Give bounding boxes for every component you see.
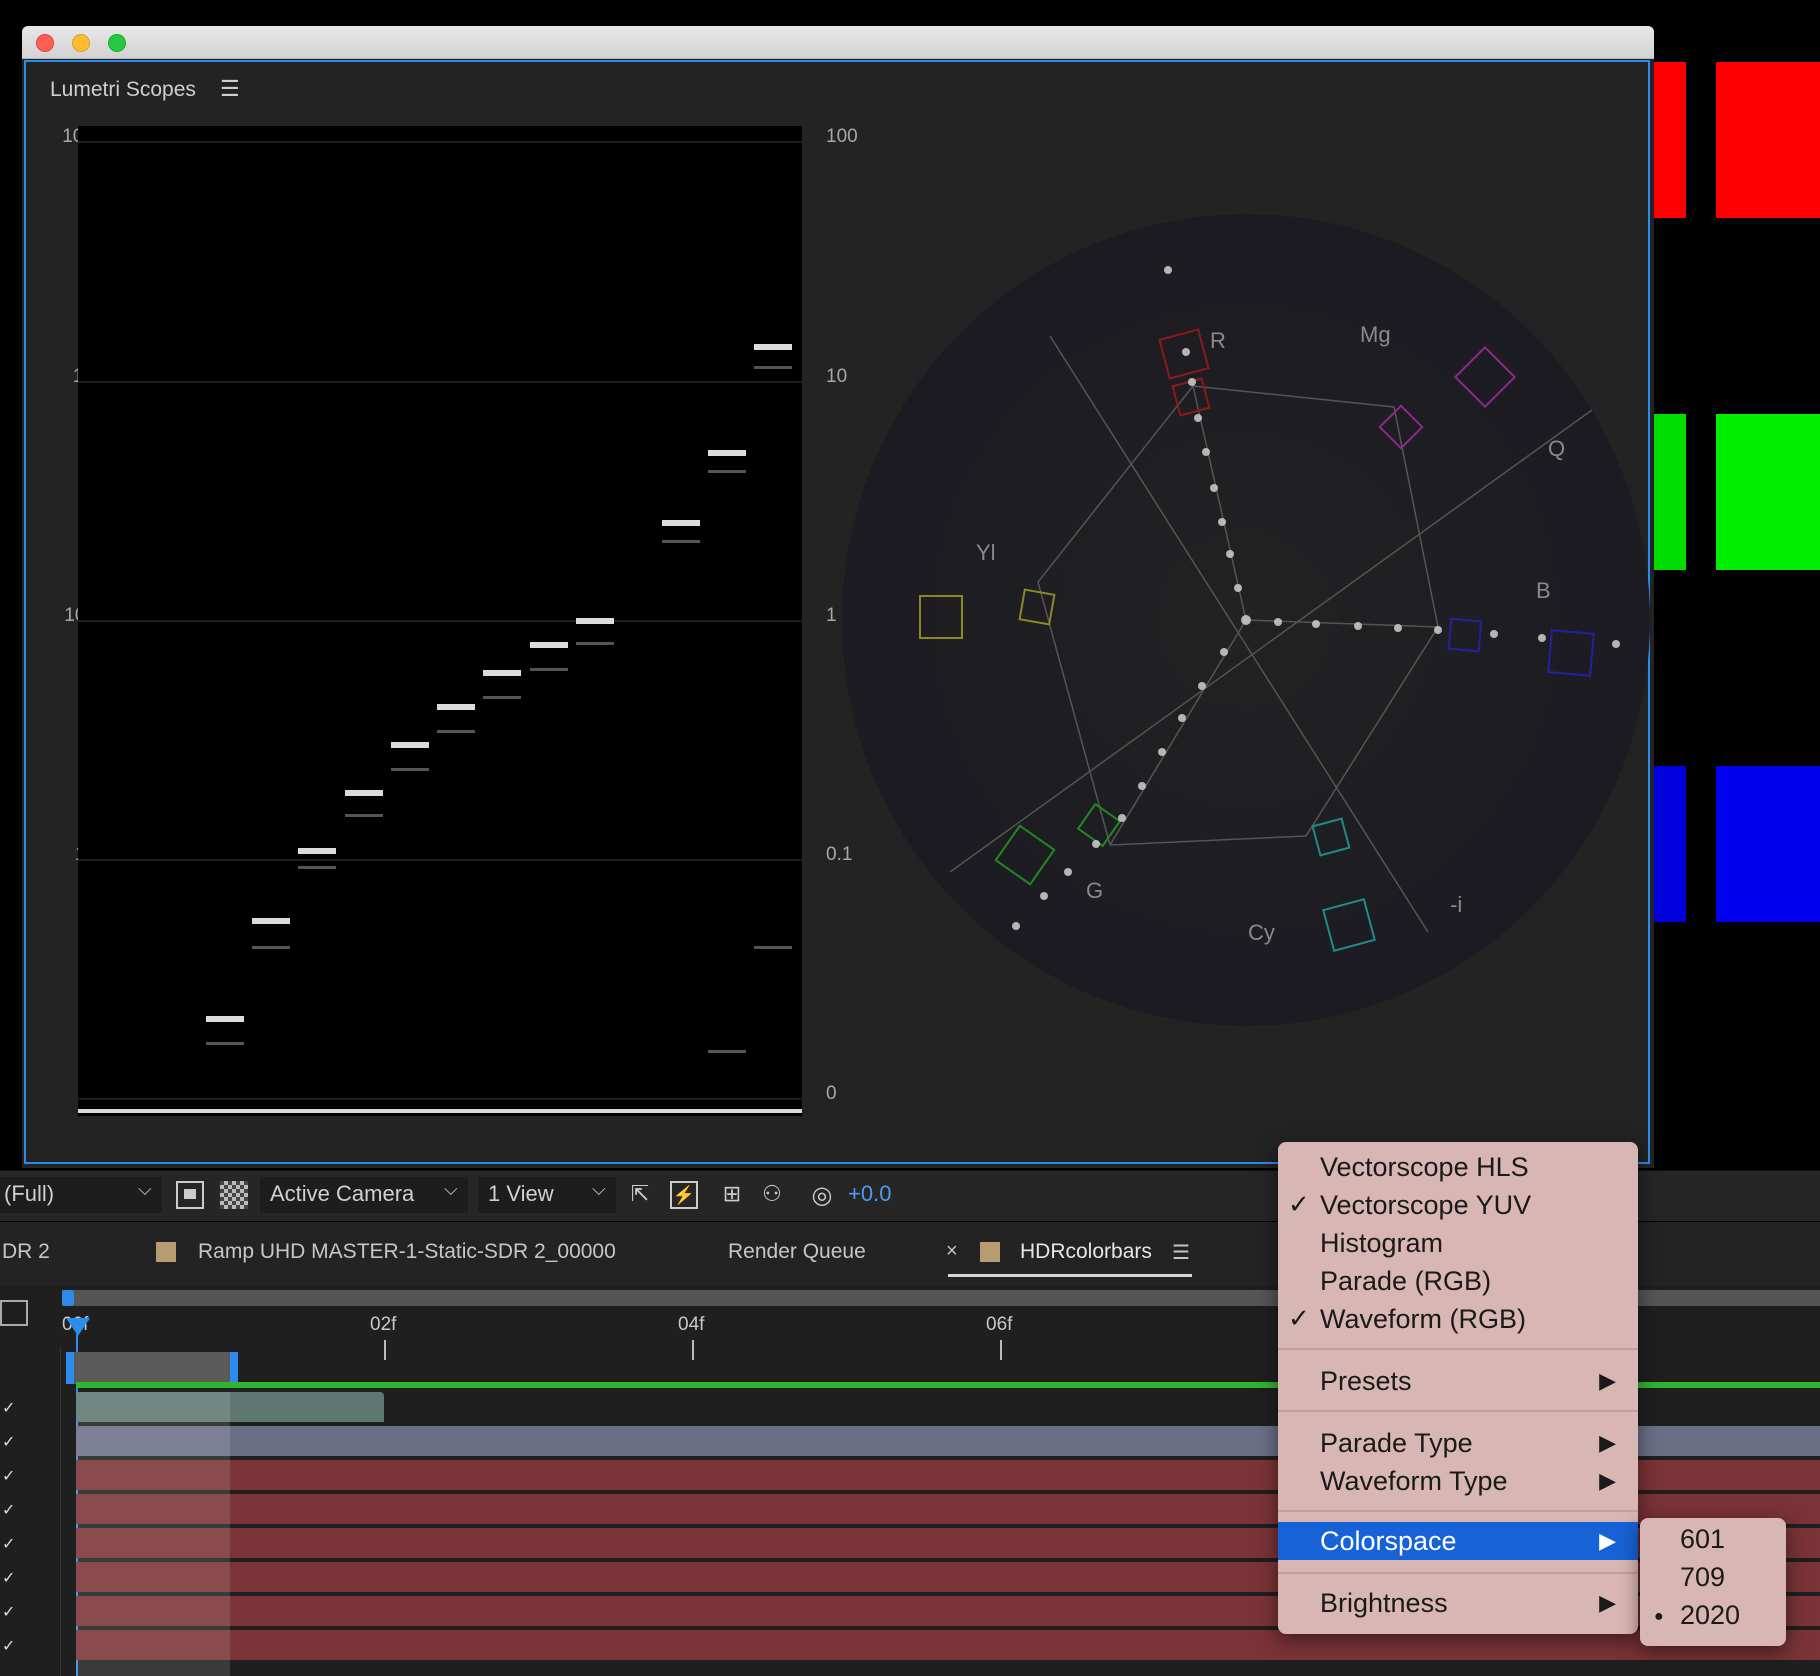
menu-separator <box>1278 1572 1638 1574</box>
menu-item-vectorscope-hls[interactable]: Vectorscope HLS <box>1278 1148 1638 1186</box>
menu-item-waveform-rgb[interactable]: ✓ Waveform (RGB) <box>1278 1300 1638 1338</box>
vectorscope-display <box>842 214 1650 1026</box>
menu-separator <box>1278 1348 1638 1350</box>
resolution-value: (Full) <box>4 1181 55 1206</box>
vectorscope-label-g: G <box>1086 878 1104 903</box>
menu-item-brightness[interactable]: Brightness ▶ <box>1278 1584 1638 1622</box>
submenu-arrow-icon: ▶ <box>1599 1368 1616 1393</box>
vectorscope-label-mg: Mg <box>1360 322 1391 347</box>
tab-hdrcolorbars[interactable]: HDRcolorbars <box>1020 1240 1152 1264</box>
transparency-grid-icon[interactable] <box>220 1181 248 1209</box>
time-ruler-tick <box>692 1340 694 1360</box>
close-icon[interactable]: × <box>946 1240 958 1263</box>
submenu-arrow-icon: ▶ <box>1599 1528 1616 1553</box>
maximize-window-button[interactable] <box>108 34 126 52</box>
layer-visibility-check[interactable]: ✓ <box>2 1432 15 1452</box>
active-tab-underline <box>948 1274 1192 1277</box>
waveform-display <box>78 126 802 1116</box>
menu-separator <box>1278 1510 1638 1512</box>
chevron-down-icon: ⌵ <box>138 1179 152 1199</box>
comp-color-swatch <box>980 1242 1000 1262</box>
close-window-button[interactable] <box>36 34 54 52</box>
right-scale-label: 100 <box>826 126 858 147</box>
layer-visibility-check[interactable]: ✓ <box>2 1534 15 1554</box>
vectorscope-label-yl: Yl <box>976 540 996 565</box>
hamburger-icon[interactable]: ☰ <box>220 76 240 102</box>
vectorscope-label-r: R <box>1210 328 1226 353</box>
menu-item-parade-type[interactable]: Parade Type ▶ <box>1278 1424 1638 1462</box>
menu-separator <box>1278 1410 1638 1412</box>
views-dropdown[interactable]: 1 View ⌵ <box>478 1177 616 1213</box>
time-ruler-tick <box>384 1340 386 1360</box>
tab-ramp-comp[interactable]: Ramp UHD MASTER-1-Static-SDR 2_00000 <box>198 1240 616 1264</box>
tab-render-queue[interactable]: Render Queue <box>728 1240 866 1264</box>
vectorscope-label-i: -i <box>1450 892 1463 917</box>
tab-partial[interactable]: DR 2 <box>2 1240 50 1264</box>
render-range-bar[interactable] <box>66 1352 238 1384</box>
reset-exposure-icon[interactable]: ◎ <box>808 1181 836 1209</box>
submenu-arrow-icon: ▶ <box>1599 1468 1616 1493</box>
red-swatch-b <box>1716 62 1820 218</box>
work-area-highlight <box>76 1392 230 1676</box>
comp-marker-icon[interactable] <box>0 1300 28 1326</box>
radio-dot-icon: ● <box>1654 1608 1664 1625</box>
layer-bar-red[interactable] <box>76 1630 1820 1660</box>
panel-title: Lumetri Scopes <box>50 78 196 101</box>
flowchart-icon[interactable]: ⚇ <box>758 1181 786 1209</box>
layer-visibility-check[interactable]: ✓ <box>2 1636 15 1656</box>
layer-visibility-check[interactable]: ✓ <box>2 1602 15 1622</box>
scopes-window: Lumetri Scopes ☰ 10K 1K 100 10 0 100 10 … <box>22 26 1654 1168</box>
menu-item-waveform-type[interactable]: Waveform Type ▶ <box>1278 1462 1638 1500</box>
vectorscope-label-b: B <box>1536 578 1551 603</box>
time-ruler-label: 04f <box>678 1314 705 1335</box>
time-ruler-tick <box>1000 1340 1002 1360</box>
waveform-baseline <box>78 1109 802 1113</box>
checkmark-icon: ✓ <box>1288 1303 1310 1333</box>
time-ruler-label: 02f <box>370 1314 397 1335</box>
toggle-pixel-aspect-icon[interactable]: ⇱ <box>626 1181 654 1209</box>
time-ruler-label: 06f <box>986 1314 1013 1335</box>
chevron-down-icon: ⌵ <box>592 1179 606 1199</box>
checkmark-icon: ✓ <box>1288 1189 1310 1219</box>
right-scale-label: 1 <box>826 605 837 626</box>
views-value: 1 View <box>488 1181 554 1206</box>
window-titlebar <box>22 26 1654 59</box>
comp-color-swatch <box>156 1242 176 1262</box>
menu-item-vectorscope-yuv[interactable]: ✓ Vectorscope YUV <box>1278 1186 1638 1224</box>
submenu-arrow-icon: ▶ <box>1599 1590 1616 1615</box>
fast-previews-icon[interactable]: ⚡ <box>670 1181 698 1209</box>
menu-item-presets[interactable]: Presets ▶ <box>1278 1362 1638 1400</box>
work-area-start-handle[interactable] <box>62 1290 74 1306</box>
menu-item-parade-rgb[interactable]: Parade (RGB) <box>1278 1262 1638 1300</box>
chevron-down-icon: ⌵ <box>444 1179 458 1199</box>
playhead-icon[interactable] <box>66 1318 90 1336</box>
right-scale-label: 0 <box>826 1083 837 1104</box>
layer-visibility-check[interactable]: ✓ <box>2 1568 15 1588</box>
layer-visibility-check[interactable]: ✓ <box>2 1398 15 1418</box>
green-swatch-b <box>1716 414 1820 570</box>
camera-value: Active Camera <box>270 1181 415 1206</box>
red-swatch-a <box>1652 62 1686 218</box>
scope-context-menu: Vectorscope HLS ✓ Vectorscope YUV Histog… <box>1278 1142 1638 1634</box>
hamburger-icon[interactable]: ☰ <box>1172 1240 1190 1265</box>
region-of-interest-icon[interactable] <box>176 1181 204 1209</box>
submenu-arrow-icon: ▶ <box>1599 1430 1616 1455</box>
menu-item-histogram[interactable]: Histogram <box>1278 1224 1638 1262</box>
timeline-icon[interactable]: ⊞ <box>718 1181 746 1209</box>
blue-swatch-a <box>1652 766 1686 922</box>
layer-visibility-check[interactable]: ✓ <box>2 1466 15 1486</box>
vectorscope-label-cy: Cy <box>1248 920 1275 945</box>
resolution-dropdown[interactable]: (Full) ⌵ <box>0 1177 162 1213</box>
menu-item-colorspace[interactable]: Colorspace ▶ <box>1278 1522 1638 1560</box>
blue-swatch-b <box>1716 766 1820 922</box>
green-swatch-a <box>1652 414 1686 570</box>
layer-column-divider <box>60 1346 61 1676</box>
layer-visibility-check[interactable]: ✓ <box>2 1500 15 1520</box>
lumetri-scopes-panel: Lumetri Scopes ☰ 10K 1K 100 10 0 100 10 … <box>24 60 1650 1164</box>
vectorscope-label-q: Q <box>1548 436 1566 461</box>
colorspace-submenu: 601 709 ● 2020 <box>1640 1518 1786 1646</box>
camera-dropdown[interactable]: Active Camera ⌵ <box>260 1177 468 1213</box>
exposure-value[interactable]: +0.0 <box>848 1181 891 1207</box>
minimize-window-button[interactable] <box>72 34 90 52</box>
